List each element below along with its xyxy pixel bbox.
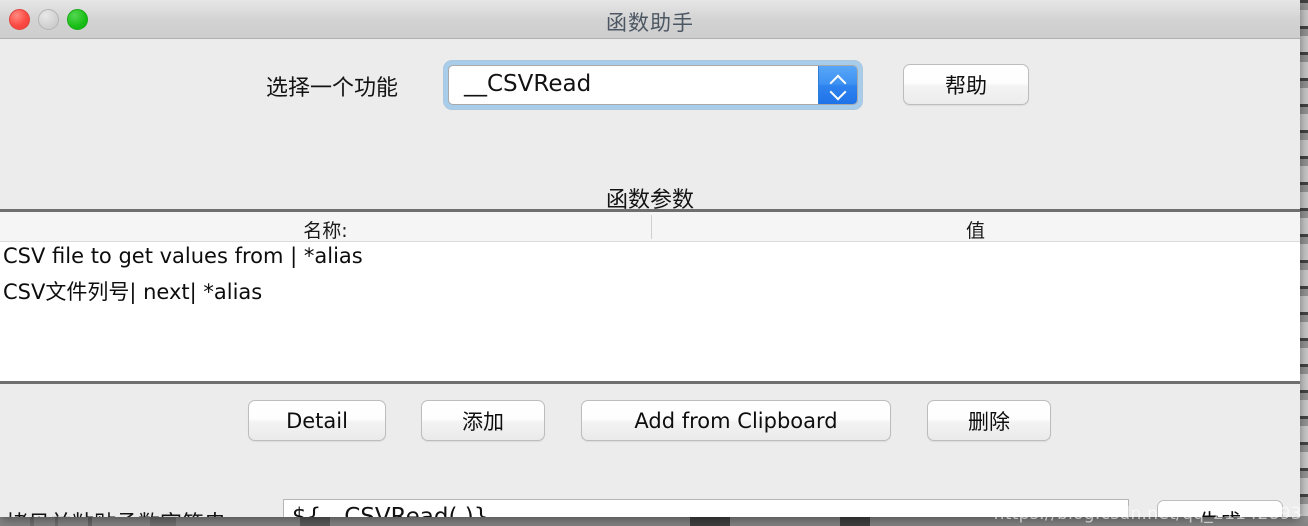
delete-button[interactable]: 删除: [927, 400, 1051, 441]
table-row[interactable]: CSV file to get values from | *alias: [0, 242, 1300, 274]
window-content: 选择一个功能 __CSVRead 帮助 函数参数 名称: 值 CSV file …: [0, 39, 1300, 517]
watermark: https://blog.csdn.net/qq_21142893: [993, 504, 1302, 524]
function-helper-window: 函数助手 选择一个功能 __CSVRead 帮助 函数参数 名称: 值 CSV …: [0, 0, 1300, 517]
function-select-combobox[interactable]: __CSVRead: [444, 61, 862, 109]
page-title: 函数助手: [606, 11, 694, 35]
help-button[interactable]: 帮助: [903, 64, 1029, 105]
column-header-value[interactable]: 值: [651, 216, 1300, 243]
parameter-name-cell: CSV file to get values from | *alias: [3, 244, 363, 268]
parameter-name-cell: CSV文件列号| next| *alias: [3, 280, 263, 304]
function-select-combobox-inner[interactable]: __CSVRead: [448, 65, 858, 105]
chevron-down-icon[interactable]: [830, 87, 846, 96]
table-body: CSV file to get values from | *alias CSV…: [0, 242, 1300, 306]
table-row[interactable]: CSV文件列号| next| *alias: [0, 274, 1300, 306]
table-header-row: 名称: 值: [0, 212, 1300, 242]
function-select-value: __CSVRead: [464, 71, 592, 97]
add-button[interactable]: 添加: [421, 400, 545, 441]
detail-button[interactable]: Detail: [248, 400, 386, 441]
function-string-label: 拷贝并粘贴函数字符串: [6, 506, 226, 517]
chevron-up-icon[interactable]: [830, 75, 846, 84]
function-parameters-table: 名称: 值 CSV file to get values from | *ali…: [0, 209, 1300, 384]
add-from-clipboard-button[interactable]: Add from Clipboard: [581, 400, 891, 441]
background-window-right-edge: [1300, 0, 1308, 526]
action-button-row: Detail 添加 Add from Clipboard 删除: [0, 400, 1300, 444]
function-string-value: ${__CSVRead(,)}: [292, 504, 489, 517]
title-bar: 函数助手: [0, 0, 1300, 39]
function-select-stepper[interactable]: [818, 66, 857, 104]
function-selector-row: 选择一个功能 __CSVRead 帮助: [0, 61, 1300, 111]
column-header-name[interactable]: 名称:: [0, 216, 651, 243]
function-select-label: 选择一个功能: [266, 76, 399, 101]
